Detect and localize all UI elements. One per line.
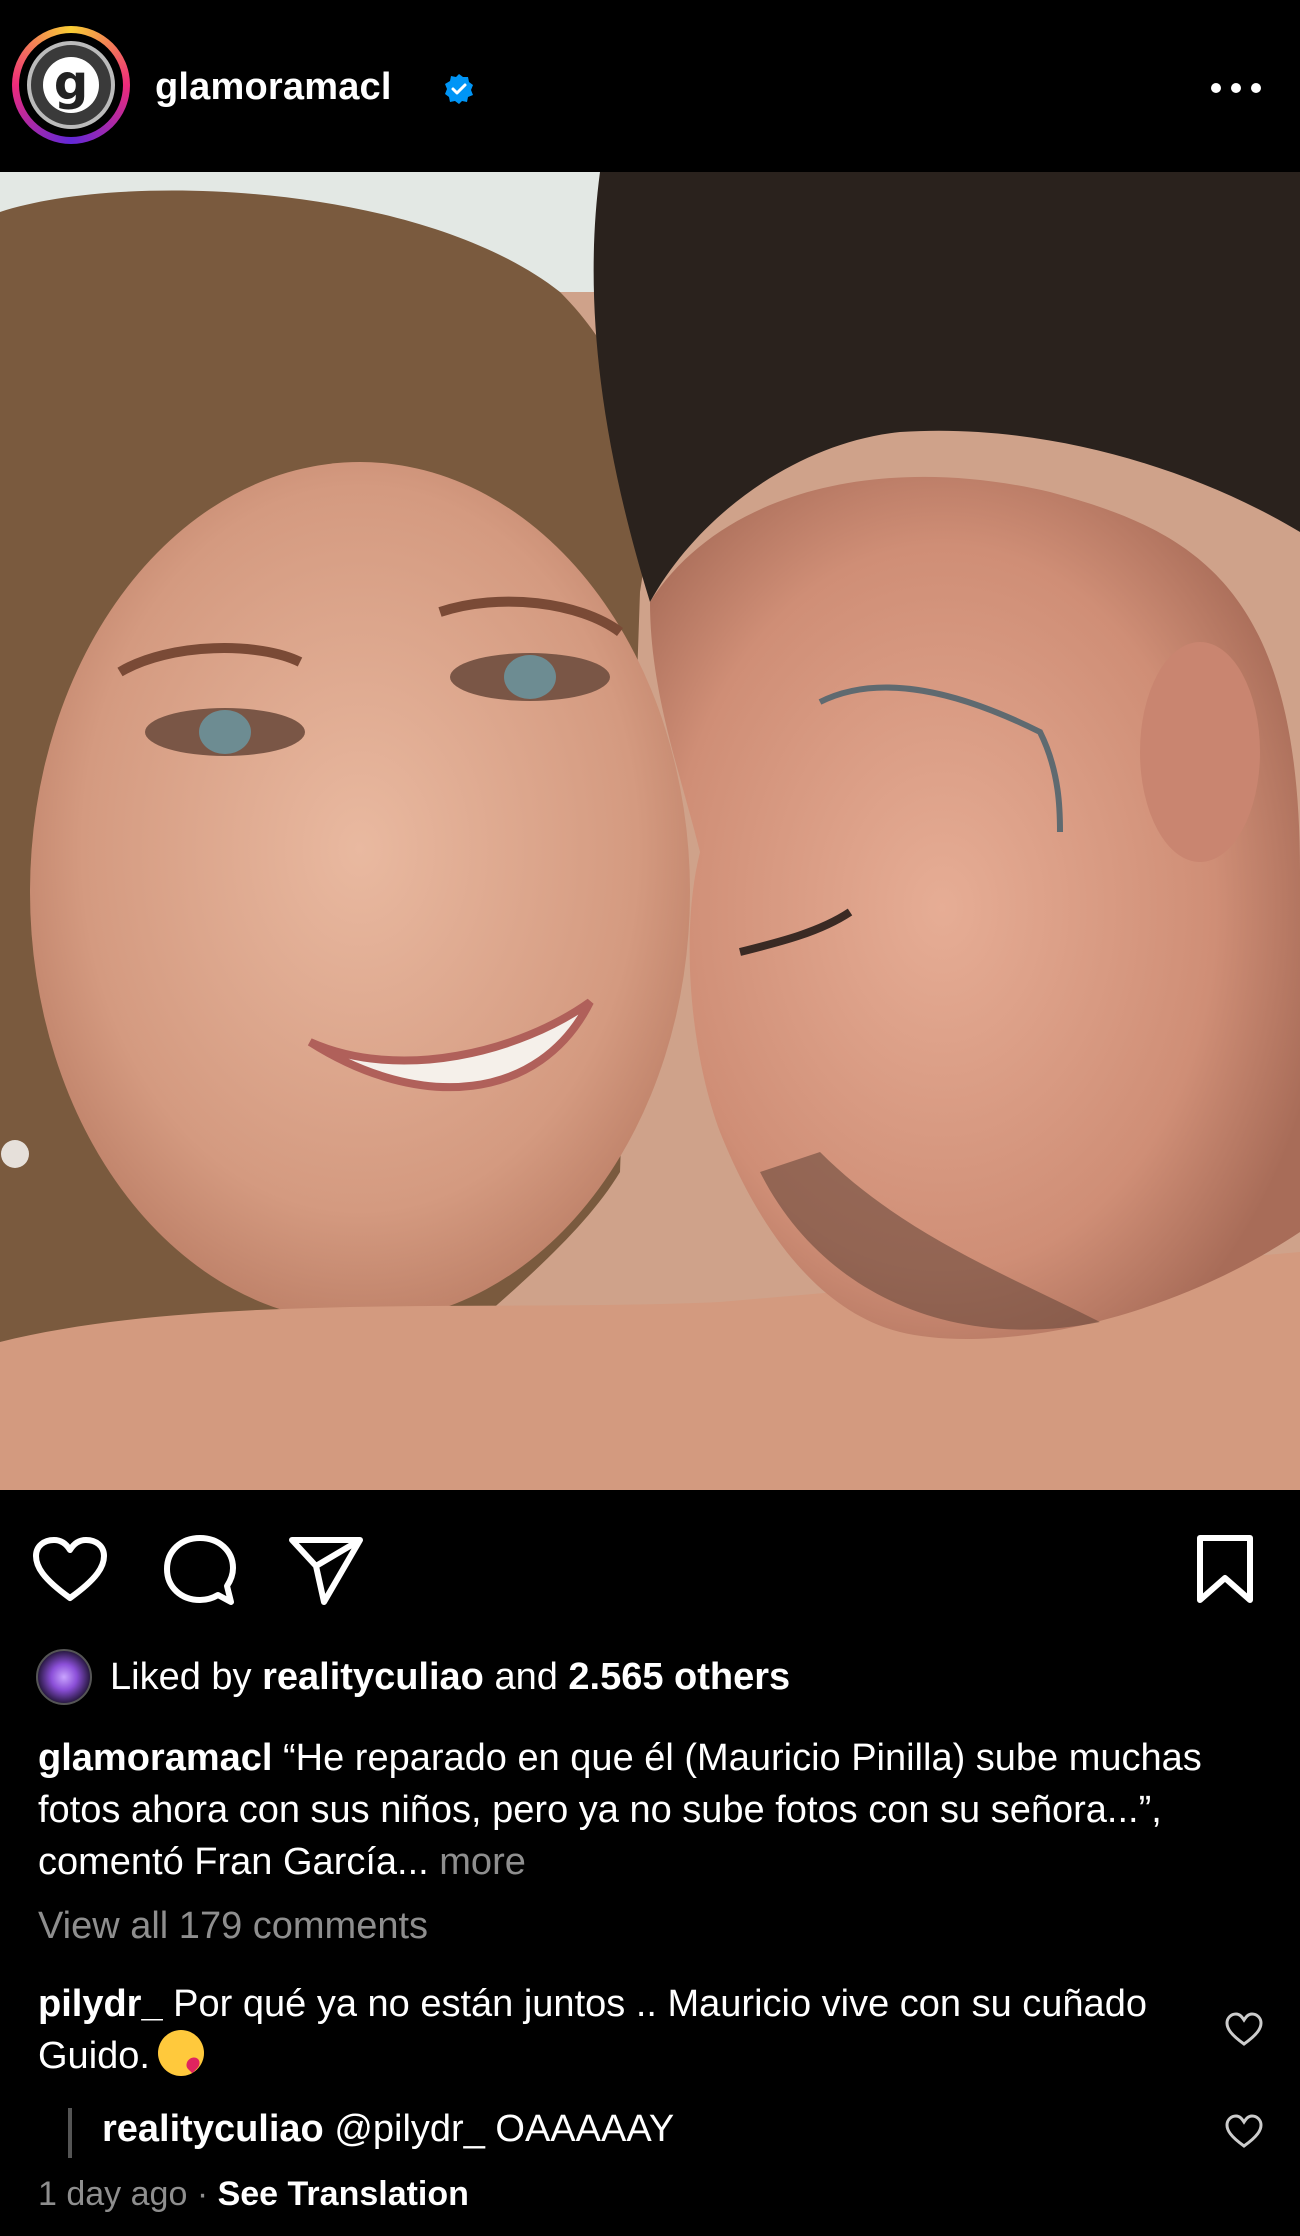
post-timestamp: 1 day ago [38,2175,188,2213]
comment-item: pilydr_ Por qué ya no están juntos .. Ma… [38,1978,1188,2082]
comment-username[interactable]: pilydr_ [38,1983,163,2025]
couple-photo [0,172,1300,1490]
reply-thread-line [68,2108,72,2158]
profile-avatar[interactable]: g [12,26,130,144]
kissing-face-emoji [157,2030,204,2076]
comment-like-heart-icon[interactable] [1225,2012,1263,2048]
liker-username[interactable]: realityculiao [262,1656,484,1698]
heart-icon[interactable] [32,1536,108,1604]
more-horizontal-icon[interactable] [1206,78,1266,98]
caption-more-link[interactable]: more [439,1841,526,1883]
send-icon[interactable] [288,1534,364,1606]
reply-item: realityculiao @pilydr_ OAAAAAY [102,2108,674,2151]
reply-like-heart-icon[interactable] [1225,2114,1263,2150]
see-translation-link[interactable]: See Translation [218,2175,469,2213]
comment-text: Por qué ya no están juntos .. Mauricio v… [38,1983,1147,2077]
likes-count[interactable]: 2.565 others [568,1656,790,1698]
avatar-logo: g [43,57,99,113]
post-header: g glamoramacl [0,0,1300,172]
likes-row[interactable]: Liked by realityculiao and 2.565 others [36,1647,790,1707]
view-all-comments-link[interactable]: View all 179 comments [38,1905,428,1948]
post-image[interactable] [0,172,1300,1490]
verified-badge-icon [445,74,473,104]
reply-username[interactable]: realityculiao [102,2108,324,2150]
post-actions [0,1500,1300,1640]
caption-username[interactable]: glamoramacl [38,1737,272,1779]
footer-separator: · [196,2175,209,2213]
post-caption: glamoramacl “He reparado en que él (Maur… [38,1732,1278,1888]
bookmark-icon[interactable] [1194,1534,1256,1604]
reply-text: @pilydr_ OAAAAAY [334,2108,675,2150]
post-username[interactable]: glamoramacl [155,66,392,109]
post-footer: 1 day ago · See Translation [38,2175,469,2214]
likes-summary: Liked by realityculiao and 2.565 others [110,1655,791,1698]
liker-avatar [36,1649,92,1705]
comment-icon[interactable] [163,1534,237,1608]
